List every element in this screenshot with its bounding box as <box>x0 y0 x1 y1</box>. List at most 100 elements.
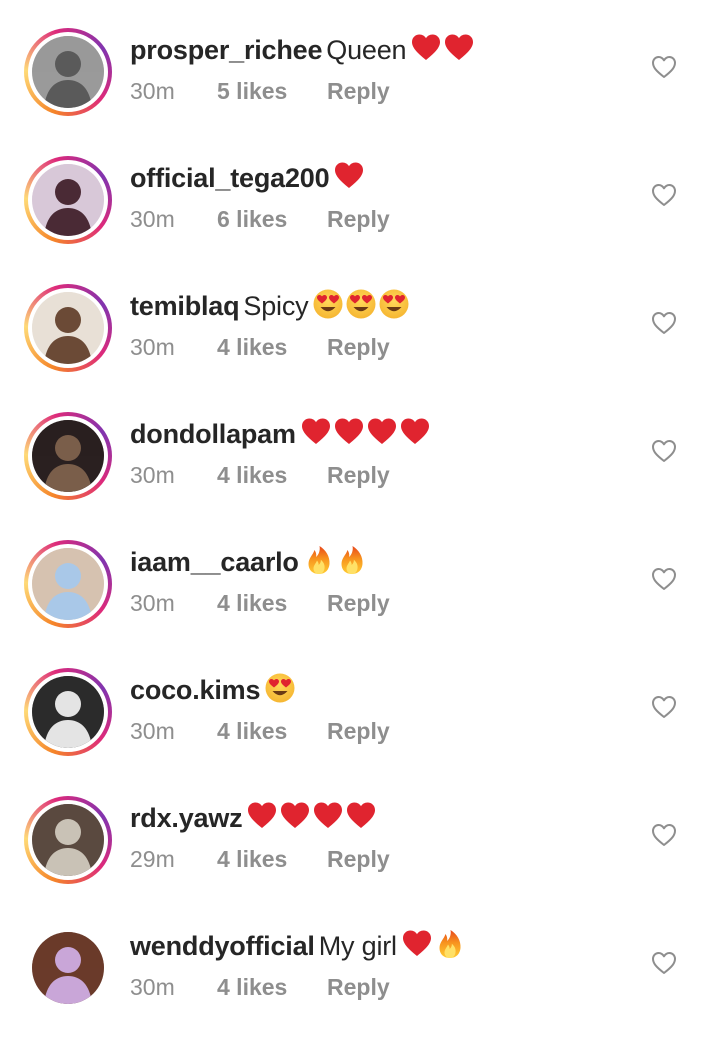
reply-button[interactable]: Reply <box>327 716 390 746</box>
comment-like-count[interactable]: 4 likes <box>217 588 327 618</box>
avatar[interactable] <box>32 420 104 492</box>
avatar[interactable] <box>32 548 104 620</box>
heart-emoji-icon <box>312 800 344 840</box>
avatar[interactable] <box>32 804 104 876</box>
comment-timestamp: 30m <box>130 462 175 488</box>
comment-username[interactable]: coco.kims <box>130 675 260 705</box>
avatar-story-ring[interactable] <box>24 668 112 756</box>
comment-item: iaam__caarlo 30m 4 likes Reply <box>0 540 720 668</box>
heart-eyes-emoji-icon <box>345 288 377 328</box>
comment-username[interactable]: official_tega200 <box>130 163 330 193</box>
heart-emoji-icon <box>410 32 442 72</box>
comment-body: Queen <box>326 35 407 65</box>
reply-button[interactable]: Reply <box>327 972 390 1002</box>
comment-item: coco.kims 30m 4 likes Reply <box>0 668 720 796</box>
avatar-frame[interactable] <box>24 924 112 1012</box>
comment-text: official_tega200 <box>130 160 366 200</box>
comment-like-count[interactable]: 6 likes <box>217 204 327 234</box>
comment-text: rdx.yawz <box>130 800 378 840</box>
comment-meta: 30m 4 likes Reply <box>130 588 390 618</box>
avatar-border <box>28 672 108 752</box>
heart-emoji-icon <box>443 32 475 72</box>
comment-username[interactable]: wenddyofficial <box>130 931 315 961</box>
heart-outline-icon[interactable] <box>651 183 677 207</box>
comment-emojis <box>246 802 378 833</box>
heart-eyes-emoji-icon <box>378 288 410 328</box>
heart-outline-icon[interactable] <box>651 951 677 975</box>
comment-meta: 30m 4 likes Reply <box>130 460 390 490</box>
avatar[interactable] <box>32 932 104 1004</box>
heart-eyes-emoji-icon <box>312 288 344 328</box>
comment-text: prosper_richee Queen <box>130 32 476 72</box>
comment-list: prosper_richee Queen 30m 5 likes Reply offici… <box>0 0 720 1032</box>
avatar[interactable] <box>32 292 104 364</box>
heart-emoji-icon <box>345 800 377 840</box>
comment-emojis <box>300 418 432 449</box>
reply-button[interactable]: Reply <box>327 844 390 874</box>
avatar-story-ring[interactable] <box>24 156 112 244</box>
comment-timestamp: 29m <box>130 846 175 872</box>
avatar-story-ring[interactable] <box>24 412 112 500</box>
comment-item: temiblaq Spicy 30m 4 likes Reply <box>0 284 720 412</box>
comment-username[interactable]: iaam__caarlo <box>130 547 299 577</box>
avatar-story-ring[interactable] <box>24 540 112 628</box>
heart-outline-icon[interactable] <box>651 311 677 335</box>
heart-emoji-icon <box>300 416 332 456</box>
comment-emojis <box>333 162 366 193</box>
avatar[interactable] <box>32 676 104 748</box>
comment-meta: 30m 4 likes Reply <box>130 332 390 362</box>
avatar-border <box>28 416 108 496</box>
avatar-story-ring[interactable] <box>24 796 112 884</box>
comment-emojis <box>312 289 411 321</box>
reply-button[interactable]: Reply <box>327 588 390 618</box>
avatar-border <box>28 544 108 624</box>
comment-item: prosper_richee Queen 30m 5 likes Reply <box>0 28 720 156</box>
comment-item: rdx.yawz 29m 4 likes Reply <box>0 796 720 924</box>
heart-emoji-icon <box>246 800 278 840</box>
fire-emoji-icon <box>336 544 368 584</box>
reply-button[interactable]: Reply <box>327 204 390 234</box>
heart-outline-icon[interactable] <box>651 439 677 463</box>
avatar[interactable] <box>32 36 104 108</box>
heart-outline-icon[interactable] <box>651 55 677 79</box>
comment-timestamp: 30m <box>130 78 175 104</box>
comment-username[interactable]: dondollapam <box>130 419 296 449</box>
avatar-border <box>28 288 108 368</box>
comment-text: wenddyofficial My girl <box>130 928 467 968</box>
heart-outline-icon[interactable] <box>651 567 677 591</box>
reply-button[interactable]: Reply <box>327 76 390 106</box>
avatar-story-ring[interactable] <box>24 28 112 116</box>
comment-username[interactable]: temiblaq <box>130 291 240 321</box>
heart-outline-icon[interactable] <box>651 695 677 719</box>
heart-eyes-emoji-icon <box>264 672 296 712</box>
comment-item: dondollapam 30m 4 likes Reply <box>0 412 720 540</box>
comment-username[interactable]: prosper_richee <box>130 35 322 65</box>
comment-like-count[interactable]: 4 likes <box>217 844 327 874</box>
comment-item: official_tega200 30m 6 likes Reply <box>0 156 720 284</box>
reply-button[interactable]: Reply <box>327 460 390 490</box>
reply-button[interactable]: Reply <box>327 332 390 362</box>
heart-emoji-icon <box>401 928 433 968</box>
comment-username[interactable]: rdx.yawz <box>130 803 243 833</box>
avatar-border <box>28 928 108 1008</box>
comment-like-count[interactable]: 4 likes <box>217 332 327 362</box>
comment-meta: 30m 5 likes Reply <box>130 76 390 106</box>
comment-timestamp: 30m <box>130 334 175 360</box>
avatar-story-ring[interactable] <box>24 284 112 372</box>
comment-like-count[interactable]: 4 likes <box>217 972 327 1002</box>
comment-timestamp: 30m <box>130 718 175 744</box>
avatar[interactable] <box>32 164 104 236</box>
heart-emoji-icon <box>399 416 431 456</box>
fire-emoji-icon <box>434 928 466 968</box>
comment-like-count[interactable]: 4 likes <box>217 460 327 490</box>
comment-like-count[interactable]: 4 likes <box>217 716 327 746</box>
comment-emojis <box>264 673 297 705</box>
comment-like-count[interactable]: 5 likes <box>217 76 327 106</box>
heart-outline-icon[interactable] <box>651 823 677 847</box>
comment-emojis <box>303 546 369 577</box>
comment-emojis <box>401 930 467 961</box>
heart-emoji-icon <box>333 416 365 456</box>
comment-item: wenddyofficial My girl 30m 4 likes Reply <box>0 924 720 1052</box>
comment-body: Spicy <box>243 291 309 321</box>
comment-emojis <box>410 34 476 65</box>
